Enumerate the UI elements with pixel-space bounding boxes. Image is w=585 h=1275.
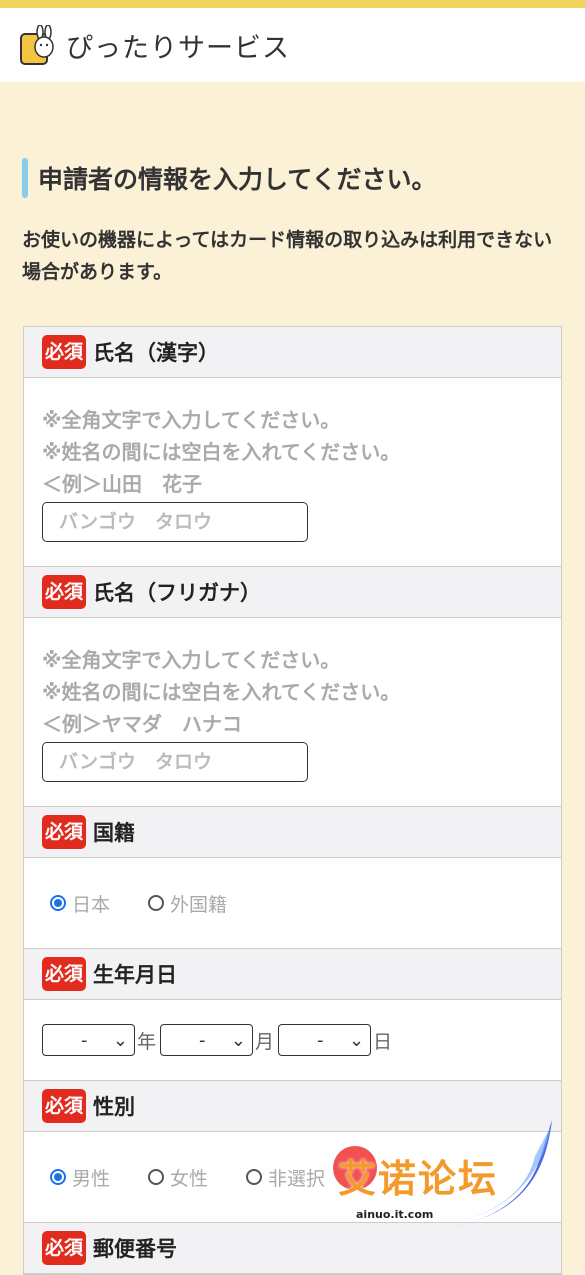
radio-label-female: 女性 xyxy=(170,1167,209,1190)
app-logo-icon xyxy=(18,25,58,65)
required-badge: 必須 xyxy=(42,815,87,849)
applicant-form: 必須 氏名（漢字） ※全角文字で入力してください。 ※姓名の間には空白を入れてく… xyxy=(23,326,562,1275)
field-label-postal: 郵便番号 xyxy=(93,1237,178,1261)
heading-accent-bar xyxy=(22,158,28,198)
field-header-postal: 必須 郵便番号 xyxy=(24,1222,561,1274)
required-badge: 必須 xyxy=(42,1231,87,1265)
month-unit: 月 xyxy=(255,1030,275,1053)
chevron-down-icon: ⌄ xyxy=(348,1029,365,1051)
page-title: 申請者の情報を入力してください。 xyxy=(38,165,437,194)
chevron-down-icon: ⌄ xyxy=(112,1029,128,1051)
field-label-birthdate: 生年月日 xyxy=(93,963,178,987)
radio-unselected-icon[interactable] xyxy=(148,1169,165,1185)
field-body-name-kana: ※全角文字で入力してください。 ※姓名の間には空白を入れてください。 ＜例＞ヤマ… xyxy=(24,618,561,806)
device-notice: お使いの機器によってはカード情報の取り込みは利用できない場合があります。 xyxy=(22,229,553,283)
hint-fullwidth: ※全角文字で入力してください。 xyxy=(42,648,341,672)
field-label-name-kana: 氏名（フリガナ） xyxy=(93,581,262,605)
field-header-name-kana: 必須 氏名（フリガナ） xyxy=(24,566,561,618)
radio-unspecified[interactable]: 非選択 xyxy=(238,1164,325,1191)
day-unit: 日 xyxy=(373,1030,393,1053)
field-label-nationality: 国籍 xyxy=(93,821,136,845)
field-label-name-kanji: 氏名（漢字） xyxy=(93,341,220,365)
radio-label-unspecified: 非選択 xyxy=(268,1167,326,1190)
radio-selected-icon[interactable] xyxy=(50,895,66,911)
radio-japan[interactable]: 日本 xyxy=(42,890,110,917)
required-badge: 必須 xyxy=(42,335,87,369)
day-select-value: - xyxy=(317,1029,324,1051)
app-title: ぴったりサービス xyxy=(66,32,290,64)
field-label-gender: 性別 xyxy=(93,1095,136,1119)
chevron-down-icon: ⌄ xyxy=(230,1029,247,1051)
page-heading: 申請者の情報を入力してください。 xyxy=(22,158,560,198)
radio-label-foreign: 外国籍 xyxy=(170,893,228,916)
field-body-name-kanji: ※全角文字で入力してください。 ※姓名の間には空白を入れてください。 ＜例＞山田… xyxy=(24,378,561,566)
year-unit: 年 xyxy=(137,1030,157,1053)
nationality-radio-group: 日本 外国籍 xyxy=(42,880,543,926)
birthdate-row: - ⌄ 年 - ⌄ 月 - ⌄ 日 xyxy=(42,1024,543,1056)
field-header-nationality: 必須 国籍 xyxy=(24,806,561,858)
field-body-birthdate: - ⌄ 年 - ⌄ 月 - ⌄ 日 xyxy=(24,1000,561,1080)
month-select-value: - xyxy=(199,1029,206,1051)
name-kana-input[interactable] xyxy=(42,742,308,782)
field-body-nationality: 日本 外国籍 xyxy=(24,858,561,948)
gender-radio-group: 男性 女性 非選択 xyxy=(42,1154,543,1200)
hint-example: ＜例＞ヤマダ ハナコ xyxy=(42,712,242,736)
top-accent-bar xyxy=(0,0,585,8)
radio-label-japan: 日本 xyxy=(72,893,111,916)
radio-unselected-icon[interactable] xyxy=(148,895,165,911)
app-header: ぴったりサービス xyxy=(0,8,585,82)
required-badge: 必須 xyxy=(42,1089,87,1123)
day-select[interactable]: - ⌄ xyxy=(278,1024,372,1056)
year-select[interactable]: - ⌄ xyxy=(42,1024,135,1056)
required-badge: 必須 xyxy=(42,957,87,991)
field-header-birthdate: 必須 生年月日 xyxy=(24,948,561,1000)
radio-female[interactable]: 女性 xyxy=(140,1164,208,1191)
month-select[interactable]: - ⌄ xyxy=(160,1024,254,1056)
radio-male[interactable]: 男性 xyxy=(42,1164,110,1191)
radio-foreign[interactable]: 外国籍 xyxy=(140,890,227,917)
radio-label-male: 男性 xyxy=(72,1167,111,1190)
hint-example: ＜例＞山田 花子 xyxy=(42,472,202,496)
field-header-gender: 必須 性別 xyxy=(24,1080,561,1132)
hint-space: ※姓名の間には空白を入れてください。 xyxy=(42,680,401,704)
field-body-gender: 男性 女性 非選択 xyxy=(24,1132,561,1222)
hint-space: ※姓名の間には空白を入れてください。 xyxy=(42,440,401,464)
hint-fullwidth: ※全角文字で入力してください。 xyxy=(42,408,341,432)
name-kanji-input[interactable] xyxy=(42,502,308,542)
main-content: 申請者の情報を入力してください。 お使いの機器によってはカード情報の取り込みは利… xyxy=(0,158,585,1275)
radio-unselected-icon[interactable] xyxy=(246,1169,263,1185)
year-select-value: - xyxy=(81,1029,88,1051)
radio-selected-icon[interactable] xyxy=(50,1169,66,1185)
field-header-name-kanji: 必須 氏名（漢字） xyxy=(24,327,561,378)
required-badge: 必須 xyxy=(42,575,87,609)
